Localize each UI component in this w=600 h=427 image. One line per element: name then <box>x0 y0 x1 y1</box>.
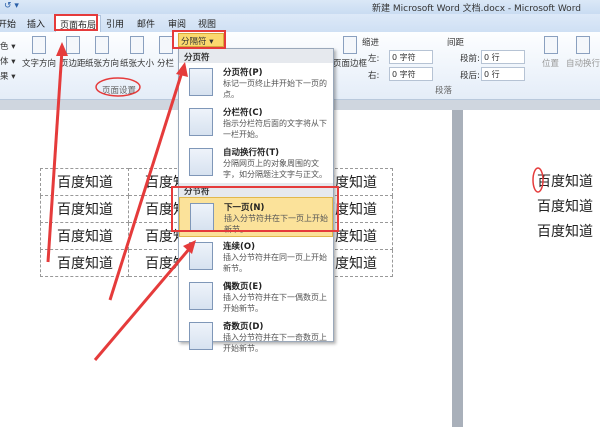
annotation-arrow <box>108 71 184 301</box>
annotation-arrowhead <box>56 42 68 56</box>
annotation-arrow <box>93 247 192 361</box>
annotation-arrow <box>46 49 64 263</box>
annotation-arrowhead <box>176 62 188 77</box>
annotation-overlay <box>46 42 544 361</box>
annotation-ellipse-cursor <box>532 167 544 193</box>
annotation-ellipse-page-setup <box>95 77 141 97</box>
